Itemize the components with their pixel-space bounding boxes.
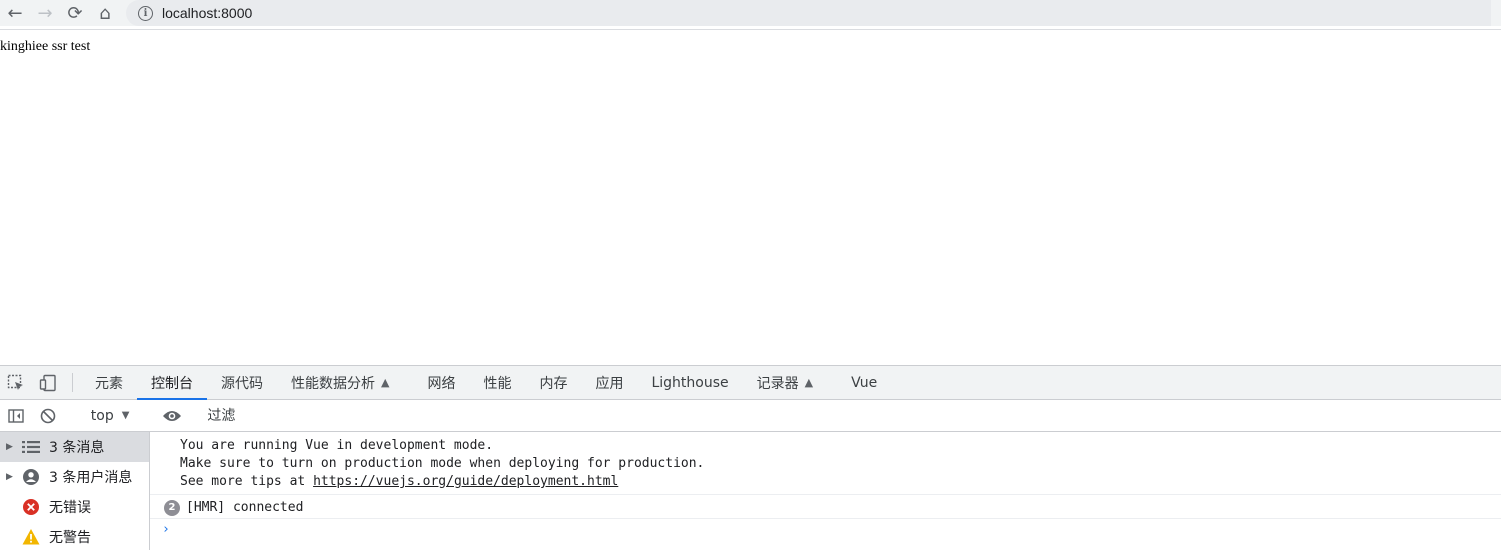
error-icon [20,498,42,516]
console-line: You are running Vue in development mode. [180,438,494,453]
context-selector[interactable]: top ▼ [81,405,140,427]
hmr-message: 2 [HMR] connected [150,495,1501,519]
eye-icon [163,410,182,421]
reload-button[interactable]: ⟳ [60,0,90,26]
device-toolbar-button[interactable] [32,366,64,399]
hmr-message-text: [HMR] connected [186,500,304,515]
console-messages: You are running Vue in development mode.… [150,432,1501,550]
console-line: Make sure to turn on production mode whe… [180,456,705,471]
repeat-count-badge: 2 [164,499,180,516]
console-sidebar: ▶ 3 条消息 ▶ 3 条用户消息 无错误 无警告 [0,432,150,550]
address-bar[interactable]: i localhost:8000 [126,0,1491,26]
expand-triangle-icon[interactable]: ▶ [6,442,20,452]
vue-dev-mode-message: You are running Vue in development mode.… [150,432,1501,495]
device-mode-icon [39,374,56,391]
experimental-flask-icon: ▲ [804,376,814,389]
context-selector-label: top [90,407,114,424]
console-line: See more tips at https://vuejs.org/guide… [180,473,1501,491]
sidebar-item-warnings[interactable]: 无警告 [0,522,149,550]
console-line-prefix: See more tips at [180,474,314,489]
tab-recorder[interactable]: 记录器 ▲ [743,366,827,399]
browser-toolbar: ← → ⟳ ⌂ i localhost:8000 [0,0,1501,26]
clear-block-icon [40,408,56,423]
tab-memory[interactable]: 内存 [525,366,581,399]
url-text[interactable]: localhost:8000 [162,5,252,21]
page-body-text: kinghiee ssr test [0,39,91,54]
tab-performance-insights-label: 性能数据分析 [291,375,375,392]
sidebar-item-user-messages[interactable]: ▶ 3 条用户消息 [0,462,149,492]
sidebar-item-label: 3 条消息 [49,440,105,456]
expand-triangle-icon[interactable]: ▶ [6,472,20,482]
devtools-tab-bar: 元素 控制台 源代码 性能数据分析 ▲ 网络 性能 内存 应用 Lighthou… [0,365,1501,400]
user-icon [20,468,42,486]
toggle-sidebar-button[interactable] [0,407,32,425]
sidebar-item-messages[interactable]: ▶ 3 条消息 [0,432,149,462]
clear-console-button[interactable] [32,407,64,425]
back-button[interactable]: ← [0,0,30,26]
inspect-element-button[interactable] [0,366,32,399]
vue-deployment-link[interactable]: https://vuejs.org/guide/deployment.html [313,474,618,489]
tab-elements[interactable]: 元素 [81,366,137,399]
tab-performance[interactable]: 性能 [469,366,525,399]
tab-network[interactable]: 网络 [413,366,469,399]
tab-performance-insights[interactable]: 性能数据分析 ▲ [277,366,403,399]
warning-icon [20,528,42,546]
list-icon [20,438,42,456]
inspect-cursor-icon [7,374,23,390]
tab-recorder-label: 记录器 [756,375,799,392]
sidebar-item-label: 无警告 [49,530,91,546]
sidebar-toggle-icon [8,408,24,423]
tab-vue[interactable]: Vue [837,366,891,399]
dropdown-arrow-icon: ▼ [121,410,130,421]
tab-sources[interactable]: 源代码 [207,366,277,399]
toolbar-divider [0,29,1501,30]
tab-separator [72,373,73,392]
home-button[interactable]: ⌂ [90,0,120,26]
console-body: ▶ 3 条消息 ▶ 3 条用户消息 无错误 无警告 You are runnin… [0,432,1501,550]
tab-application[interactable]: 应用 [581,366,637,399]
forward-button[interactable]: → [30,0,60,26]
live-expression-button[interactable] [156,409,188,423]
console-prompt[interactable]: › [150,519,1501,537]
console-toolbar: top ▼ [0,400,1501,432]
filter-input[interactable] [205,404,1501,427]
tab-lighthouse[interactable]: Lighthouse [637,366,742,399]
sidebar-item-errors[interactable]: 无错误 [0,492,149,522]
tab-console[interactable]: 控制台 [137,366,207,400]
site-info-icon[interactable]: i [138,5,153,21]
sidebar-item-label: 无错误 [49,500,91,516]
devtools-panel: 元素 控制台 源代码 性能数据分析 ▲ 网络 性能 内存 应用 Lighthou… [0,365,1501,550]
experimental-flask-icon: ▲ [381,376,390,389]
sidebar-item-label: 3 条用户消息 [49,470,133,486]
